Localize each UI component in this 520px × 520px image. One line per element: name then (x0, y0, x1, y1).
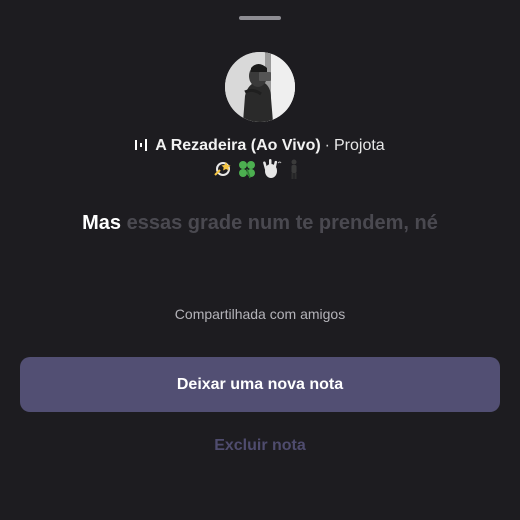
four-leaf-clover-emoji (239, 161, 255, 179)
note-lyrics: Mas essas grade num te prendem, né (0, 210, 520, 236)
note-bottom-sheet: A Rezadeira (Ao Vivo) · Projota Mas essa… (0, 0, 520, 520)
person-standing-emoji (291, 159, 297, 179)
avatar (225, 52, 295, 122)
waving-hand-emoji (263, 159, 282, 178)
leave-new-note-button[interactable]: Deixar uma nova nota (20, 357, 500, 412)
music-equalizer-icon (135, 138, 148, 158)
delete-note-button[interactable]: Excluir nota (0, 435, 520, 457)
dizzy-emoji (214, 162, 231, 176)
note-emoji-row (212, 158, 308, 180)
song-artist: Projota (334, 137, 385, 154)
shared-with-friends-label: Compartilhada com amigos (174, 306, 346, 322)
lyrics-upcoming-text: essas grade num te prendem, né (126, 212, 438, 234)
song-separator: · (324, 137, 330, 154)
note-song-row[interactable]: A Rezadeira (Ao Vivo) · Projota (0, 136, 520, 158)
sheet-grabber-handle[interactable] (239, 16, 281, 20)
song-title: A Rezadeira (Ao Vivo) (155, 137, 321, 154)
lyrics-active-text: Mas (82, 212, 122, 234)
